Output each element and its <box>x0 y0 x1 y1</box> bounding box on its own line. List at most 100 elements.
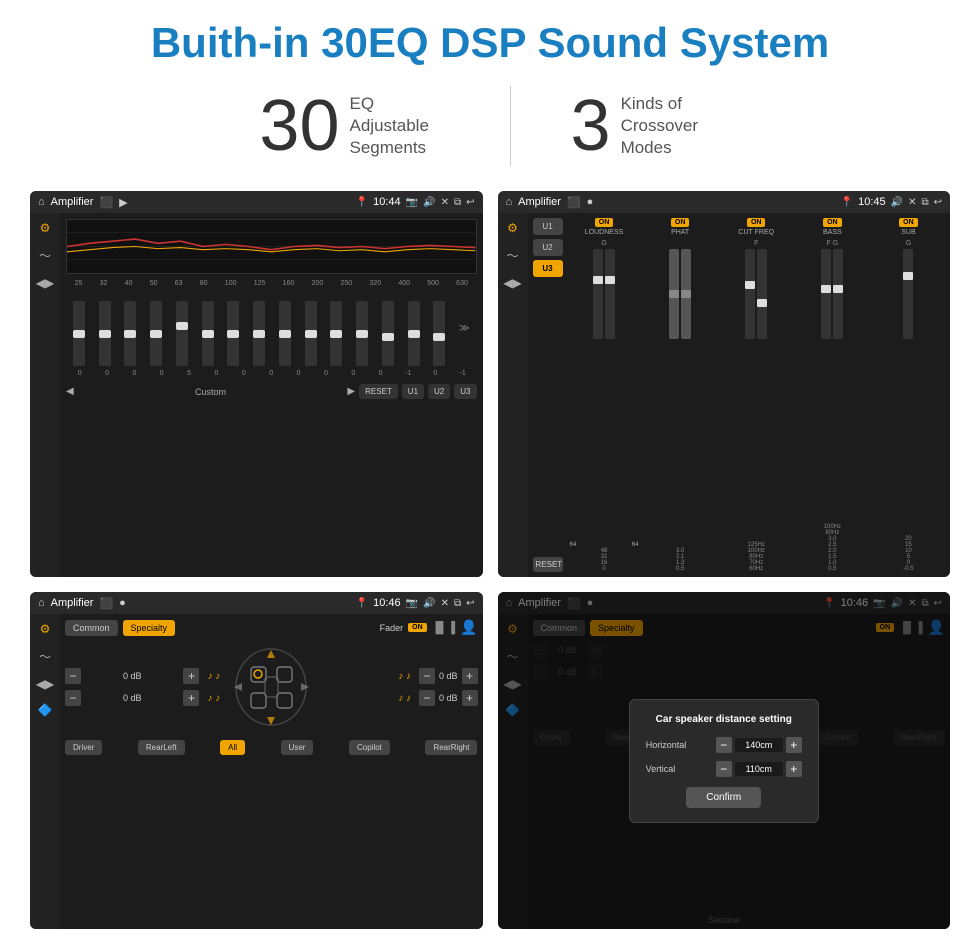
cx-band-bass-sliders: F G 100Hz 90Hz 3.0 2.5 2.0 <box>796 240 869 572</box>
plus-btn-4[interactable]: + <box>462 690 478 706</box>
time-3: 10:46 <box>373 597 401 609</box>
app-title-1: Amplifier <box>51 196 94 208</box>
cx-band-loudness-sliders: G 64 64 48 <box>568 240 641 572</box>
eq-slider-5 <box>202 301 214 366</box>
vertical-plus[interactable]: + <box>786 761 802 777</box>
u1-btn-1[interactable]: U1 <box>402 384 424 399</box>
page-wrapper: Buith-in 30EQ DSP Sound System 30 EQ Adj… <box>0 0 980 939</box>
plus-btn-1[interactable]: + <box>183 668 199 684</box>
preset-u2[interactable]: U2 <box>533 239 563 256</box>
user-btn-3[interactable]: User <box>281 740 314 755</box>
sidebar-wave-icon-2[interactable]: 〜 <box>506 247 518 264</box>
band-bass-on[interactable]: ON <box>823 218 842 227</box>
speaker-icon-1: ♪ ♪ <box>207 671 220 682</box>
band-phat-on[interactable]: ON <box>671 218 690 227</box>
volume-icon-2[interactable]: 🔊 <box>891 197 903 208</box>
vertical-minus[interactable]: − <box>716 761 732 777</box>
dialog-vertical-row: Vertical − 110cm + <box>646 761 802 777</box>
close-icon-2[interactable]: ✕ <box>908 197 916 208</box>
sidebar-wave-icon[interactable]: 〜 <box>39 247 51 264</box>
minus-btn-4[interactable]: − <box>419 690 435 706</box>
dialog-horizontal-row: Horizontal − 140cm + <box>646 737 802 753</box>
band-sub-on[interactable]: ON <box>899 218 918 227</box>
settings-icon-3[interactable]: ⬛ <box>99 597 113 610</box>
vertical-label: Vertical <box>646 764 676 774</box>
prev-arrow[interactable]: ◀ <box>66 386 74 397</box>
horizontal-minus[interactable]: − <box>716 737 732 753</box>
preset-u1[interactable]: U1 <box>533 218 563 235</box>
speaker-icon-3: ♪ ♪ <box>398 671 411 682</box>
settings-icon-2[interactable]: ⬛ <box>567 196 581 209</box>
window-icon-1[interactable]: ⧉ <box>454 197 461 208</box>
eq-slider-3 <box>150 301 162 366</box>
rear-left-btn-3[interactable]: RearLeft <box>138 740 185 755</box>
home-icon-2[interactable]: ⌂ <box>506 196 513 208</box>
cx-sliders: G 64 64 48 <box>568 240 946 572</box>
app-title-3: Amplifier <box>51 597 94 609</box>
minus-btn-2[interactable]: − <box>65 690 81 706</box>
reset-btn-1[interactable]: RESET <box>359 384 398 399</box>
db-val-3: 0 dB <box>439 671 458 681</box>
camera-icon-1[interactable]: 📷 <box>406 197 418 208</box>
eq-slider-1 <box>99 301 111 366</box>
volume-icon-1[interactable]: 🔊 <box>423 197 435 208</box>
stat-eq-number: 30 <box>259 90 339 162</box>
screen-specialty: ⌂ Amplifier ⬛ ● 📍 10:46 📷 🔊 ✕ ⧉ ↩ ⚙ <box>30 592 483 929</box>
plus-btn-3[interactable]: + <box>462 668 478 684</box>
home-icon-3[interactable]: ⌂ <box>38 597 45 609</box>
sidebar-eq-icon-3[interactable]: ⚙ <box>40 622 51 636</box>
status-bar-1: ⌂ Amplifier ⬛ ▶ 📍 10:44 📷 🔊 ✕ ⧉ ↩ <box>30 191 483 213</box>
all-btn-3[interactable]: All <box>220 740 245 755</box>
close-icon-3[interactable]: ✕ <box>441 598 449 609</box>
horizontal-control: − 140cm + <box>716 737 802 753</box>
u3-btn-1[interactable]: U3 <box>454 384 476 399</box>
left-sidebar-1: ⚙ 〜 ◀▶ <box>30 213 60 577</box>
screen-crossover: ⌂ Amplifier ⬛ ● 📍 10:45 🔊 ✕ ⧉ ↩ ⚙ 〜 <box>498 191 951 577</box>
settings-icon-1[interactable]: ⬛ <box>99 196 113 209</box>
more-icon[interactable]: ≫ <box>459 323 469 334</box>
play-icon-1[interactable]: ▶ <box>119 196 127 209</box>
back-icon-1[interactable]: ↩ <box>466 197 474 208</box>
cx-reset-btn[interactable]: RESET <box>533 557 563 572</box>
minus-btn-3[interactable]: − <box>419 668 435 684</box>
eq-graph <box>66 219 477 274</box>
profile-icon-3[interactable]: 👤 <box>460 619 477 636</box>
db-val-2: 0 dB <box>85 693 179 703</box>
eq-main-area: 25 32 40 50 63 80 100 125 160 200 250 32… <box>60 213 483 577</box>
window-icon-2[interactable]: ⧉ <box>921 197 928 208</box>
eq-slider-12 <box>382 301 394 366</box>
specialty-tab[interactable]: Specialty <box>123 620 176 636</box>
back-icon-3[interactable]: ↩ <box>466 598 474 609</box>
screen-eq: ⌂ Amplifier ⬛ ▶ 📍 10:44 📷 🔊 ✕ ⧉ ↩ ⚙ <box>30 191 483 577</box>
home-icon-1[interactable]: ⌂ <box>38 196 45 208</box>
sidebar-bt-icon-3[interactable]: 🔷 <box>38 703 53 717</box>
sidebar-vol-icon-2[interactable]: ◀▶ <box>503 276 521 290</box>
back-icon-2[interactable]: ↩ <box>934 197 942 208</box>
preset-u3[interactable]: U3 <box>533 260 563 277</box>
plus-btn-2[interactable]: + <box>183 690 199 706</box>
sidebar-vol-icon-3[interactable]: ◀▶ <box>36 677 54 691</box>
window-icon-3[interactable]: ⧉ <box>454 598 461 609</box>
horizontal-plus[interactable]: + <box>786 737 802 753</box>
copilot-btn-3[interactable]: Copilot <box>349 740 390 755</box>
band-loudness-on[interactable]: ON <box>595 218 614 227</box>
fader-on[interactable]: ON <box>408 623 427 632</box>
sidebar-vol-icon[interactable]: ◀▶ <box>36 276 54 290</box>
eq-slider-11 <box>356 301 368 366</box>
sidebar-eq-icon[interactable]: ⚙ <box>40 221 51 235</box>
eq-slider-0 <box>73 301 85 366</box>
common-tab[interactable]: Common <box>65 620 118 636</box>
sidebar-eq-icon-2[interactable]: ⚙ <box>507 221 518 235</box>
confirm-button[interactable]: Confirm <box>686 787 761 808</box>
driver-btn-3[interactable]: Driver <box>65 740 102 755</box>
minus-btn-1[interactable]: − <box>65 668 81 684</box>
sidebar-wave-icon-3[interactable]: 〜 <box>39 648 51 665</box>
volume-icon-3[interactable]: 🔊 <box>423 598 435 609</box>
fader-slider-icon[interactable]: ▐▌▐ <box>432 622 455 634</box>
camera-icon-3[interactable]: 📷 <box>406 598 418 609</box>
band-cutfreq-on[interactable]: ON <box>747 218 766 227</box>
close-icon-1[interactable]: ✕ <box>441 197 449 208</box>
u2-btn-1[interactable]: U2 <box>428 384 450 399</box>
next-arrow[interactable]: ▶ <box>347 386 355 397</box>
rear-right-btn-3[interactable]: RearRight <box>425 740 477 755</box>
